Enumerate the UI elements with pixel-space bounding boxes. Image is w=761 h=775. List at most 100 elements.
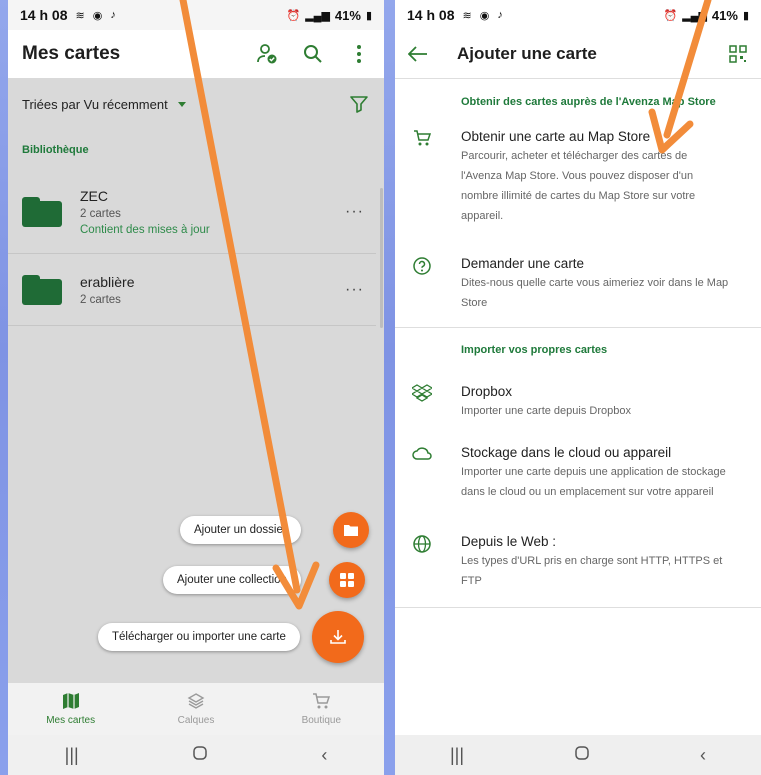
top-app-bar: Ajouter une carte xyxy=(395,30,761,78)
nav-my-maps[interactable]: Mes cartes xyxy=(8,683,133,735)
add-folder-button[interactable] xyxy=(332,512,369,548)
update-notice: Contient des mises à jour xyxy=(80,223,210,236)
divider xyxy=(395,607,761,608)
help-icon xyxy=(409,256,435,278)
option-description: Les types d'URL pris en charge sont HTTP… xyxy=(461,555,723,587)
search-icon[interactable] xyxy=(302,43,324,65)
more-vert-icon[interactable] xyxy=(348,43,370,65)
alarm-icon: ⏰ xyxy=(663,9,678,22)
tiktok-icon: ♪ xyxy=(497,9,503,21)
status-time: 14 h 08 xyxy=(407,7,455,23)
recent-apps-icon[interactable]: ||| xyxy=(65,745,79,766)
option-map-store[interactable]: Obtenir une carte au Map Store Parcourir… xyxy=(395,125,761,236)
add-collection-button[interactable] xyxy=(328,562,365,598)
battery-level: 41% xyxy=(711,7,738,23)
more-horiz-icon[interactable]: ··· xyxy=(345,203,364,221)
fab-row-download: Télécharger ou importer une carte xyxy=(98,611,364,663)
system-navigation: ||| ‹ xyxy=(8,735,384,775)
option-title: Obtenir une carte au Map Store xyxy=(461,129,651,144)
account-check-icon[interactable] xyxy=(256,43,278,65)
fab-row-folder: Ajouter un dossier xyxy=(180,512,369,548)
top-app-bar: Mes cartes xyxy=(8,30,384,78)
battery-icon: ▮ xyxy=(365,9,372,22)
right-screen: 14 h 08 ≋ ◉ ♪ ⏰ ▂▄▆ 41% ▮ Ajouter une ca… xyxy=(395,0,761,775)
collection-icon xyxy=(339,573,354,587)
cart-icon xyxy=(313,693,331,709)
cloud-icon xyxy=(409,445,435,467)
nav-label: Calques xyxy=(177,715,215,726)
cart-icon xyxy=(409,129,435,151)
download-import-button[interactable] xyxy=(311,611,364,663)
layers-icon xyxy=(187,693,205,709)
caret-down-icon xyxy=(177,101,186,107)
back-icon[interactable]: ‹ xyxy=(700,745,706,766)
option-cloud-storage[interactable]: Stockage dans le cloud ou appareil Impor… xyxy=(395,431,761,512)
folder-count: 2 cartes xyxy=(80,207,121,220)
fab-row-collection: Ajouter une collection xyxy=(163,562,365,598)
scrollbar[interactable] xyxy=(380,188,383,328)
option-title: Depuis le Web : xyxy=(461,534,557,549)
recent-apps-icon[interactable]: ||| xyxy=(450,745,464,766)
folder-name: ZEC xyxy=(80,187,108,204)
notification-icon: ◉ xyxy=(92,9,103,22)
option-from-web[interactable]: Depuis le Web : Les types d'URL pris en … xyxy=(395,512,761,607)
system-navigation: ||| ‹ xyxy=(395,735,761,775)
option-dropbox[interactable]: Dropbox Importer une carte depuis Dropbo… xyxy=(395,372,761,431)
add-folder-chip[interactable]: Ajouter un dossier xyxy=(180,516,301,544)
bottom-navigation: Mes cartes Calques Boutique xyxy=(8,683,384,735)
folder-icon xyxy=(343,525,358,536)
option-description: Parcourir, acheter et télécharger des ca… xyxy=(461,150,696,222)
tiktok-icon: ♪ xyxy=(110,9,116,21)
alarm-icon: ⏰ xyxy=(286,9,301,22)
status-bar: 14 h 08 ≋ ◉ ♪ ⏰ ▂▄▆ 41% ▮ xyxy=(395,0,761,30)
more-horiz-icon[interactable]: ··· xyxy=(345,281,364,299)
qr-code-icon[interactable] xyxy=(727,43,749,65)
page-title: Mes cartes xyxy=(22,43,121,64)
battery-level: 41% xyxy=(334,7,361,23)
option-title: Demander une carte xyxy=(461,256,585,271)
download-import-chip[interactable]: Télécharger ou importer une carte xyxy=(98,623,300,651)
option-description: Dites-nous quelle carte vous aimeriez vo… xyxy=(461,277,729,309)
wifi-icon: ≋ xyxy=(75,9,85,22)
list-item[interactable]: erablière 2 cartes ··· xyxy=(8,254,376,326)
dropbox-icon xyxy=(409,384,435,406)
folder-name: erablière xyxy=(80,273,135,290)
signal-icon: ▂▄▆ xyxy=(305,9,330,22)
filter-icon[interactable] xyxy=(348,93,370,115)
page-title: Ajouter une carte xyxy=(457,44,597,63)
nav-shop[interactable]: Boutique xyxy=(259,683,384,735)
sort-label: Triées par Vu récemment xyxy=(22,96,168,112)
status-bar: 14 h 08 ≋ ◉ ♪ ⏰ ▂▄▆ 41% ▮ xyxy=(8,0,384,30)
download-icon xyxy=(330,630,346,644)
sort-bar: Triées par Vu récemment xyxy=(8,78,384,130)
home-icon[interactable] xyxy=(574,745,590,766)
globe-icon xyxy=(409,534,435,556)
library-section-header: Bibliothèque xyxy=(22,144,89,156)
signal-icon: ▂▄▆ xyxy=(682,9,707,22)
nav-label: Mes cartes xyxy=(46,715,96,726)
folder-icon xyxy=(22,196,62,227)
folder-count: 2 cartes xyxy=(80,293,121,306)
notification-icon: ◉ xyxy=(479,9,490,22)
section-header-map-store: Obtenir des cartes auprès de l'Avenza Ma… xyxy=(461,96,716,108)
option-description: Importer une carte depuis une applicatio… xyxy=(461,466,726,498)
back-arrow-icon[interactable] xyxy=(407,43,429,65)
map-icon xyxy=(62,693,79,709)
sort-dropdown[interactable]: Triées par Vu récemment xyxy=(22,97,348,112)
section-header-import: Importer vos propres cartes xyxy=(461,344,608,356)
status-time: 14 h 08 xyxy=(20,7,68,23)
add-collection-chip[interactable]: Ajouter une collection xyxy=(163,566,301,594)
option-title: Dropbox xyxy=(461,384,513,399)
folder-icon xyxy=(22,274,62,305)
left-screen: 14 h 08 ≋ ◉ ♪ ⏰ ▂▄▆ 41% ▮ Mes cartes Tri… xyxy=(8,0,384,775)
nav-label: Boutique xyxy=(301,715,342,726)
nav-layers[interactable]: Calques xyxy=(133,683,258,735)
option-request-map[interactable]: Demander une carte Dites-nous quelle car… xyxy=(395,236,761,327)
option-description: Importer une carte depuis Dropbox xyxy=(461,405,631,417)
wifi-icon: ≋ xyxy=(462,9,472,22)
back-icon[interactable]: ‹ xyxy=(321,745,327,766)
list-item[interactable]: ZEC 2 cartes Contient des mises à jour ·… xyxy=(8,170,376,254)
option-title: Stockage dans le cloud ou appareil xyxy=(461,445,672,460)
home-icon[interactable] xyxy=(192,745,208,766)
battery-icon: ▮ xyxy=(742,9,749,22)
